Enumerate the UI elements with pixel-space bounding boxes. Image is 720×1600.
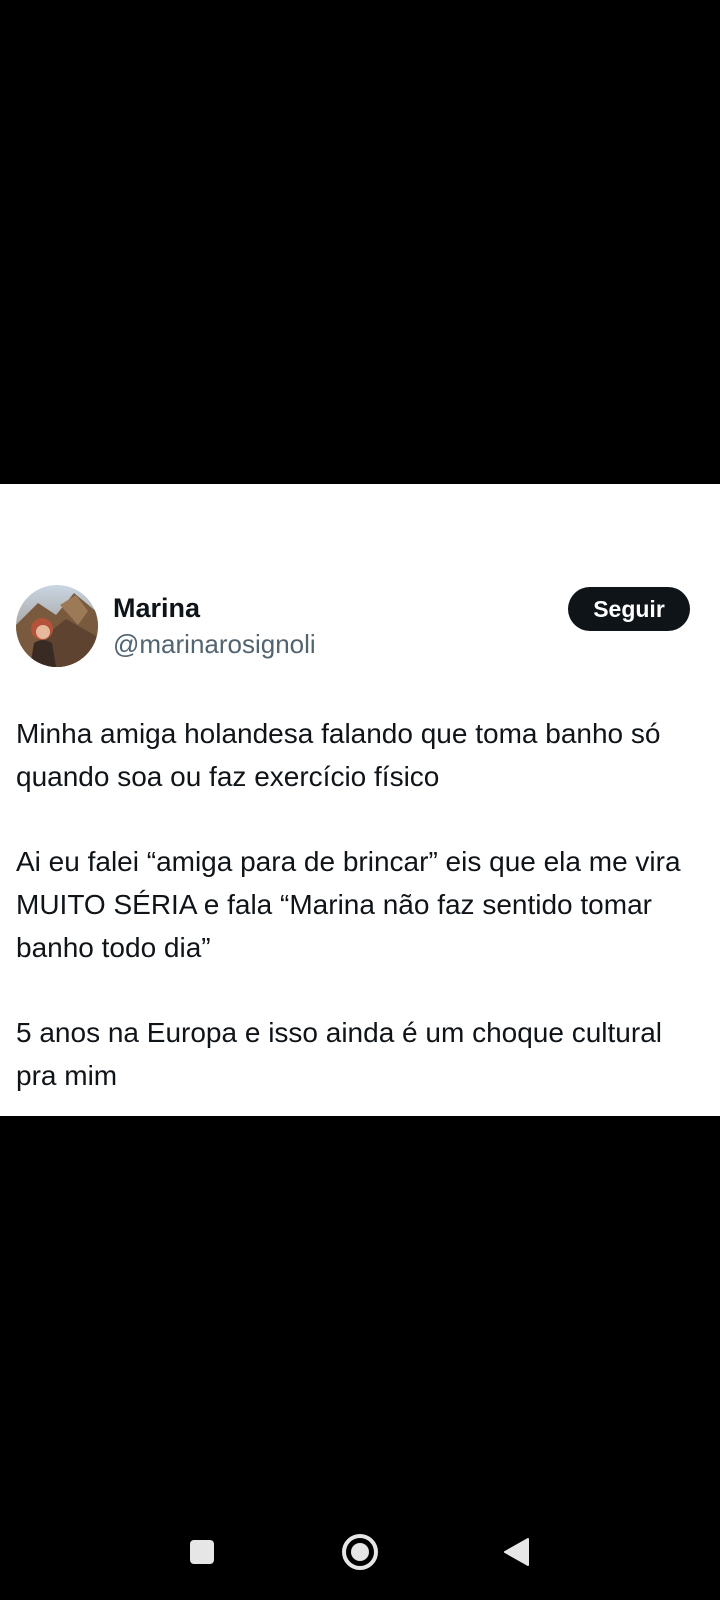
screen: Marina @marinarosignoli Seguir Minha ami… — [0, 0, 720, 1600]
home-icon — [342, 1534, 378, 1570]
home-button[interactable] — [338, 1530, 382, 1574]
tweet-paragraph: Ai eu falei “amiga para de brincar” eis … — [16, 846, 681, 963]
avatar[interactable] — [16, 585, 98, 667]
system-navigation-bar — [0, 1510, 720, 1600]
recents-button[interactable] — [182, 1532, 222, 1572]
recents-icon — [190, 1540, 214, 1564]
follow-button[interactable]: Seguir — [568, 587, 690, 631]
tweet-paragraph: 5 anos na Europa e isso ainda é um choqu… — [16, 1017, 662, 1091]
tweet-paragraph: Minha amiga holandesa falando que toma b… — [16, 718, 661, 792]
user-handle[interactable]: @marinarosignoli — [113, 628, 316, 660]
back-icon — [504, 1538, 529, 1566]
back-button[interactable] — [496, 1532, 536, 1572]
tweet-text: Minha amiga holandesa falando que toma b… — [16, 712, 706, 1097]
avatar-image — [16, 585, 98, 667]
tweet-card: Marina @marinarosignoli Seguir Minha ami… — [0, 484, 720, 1116]
display-name[interactable]: Marina — [113, 592, 200, 624]
